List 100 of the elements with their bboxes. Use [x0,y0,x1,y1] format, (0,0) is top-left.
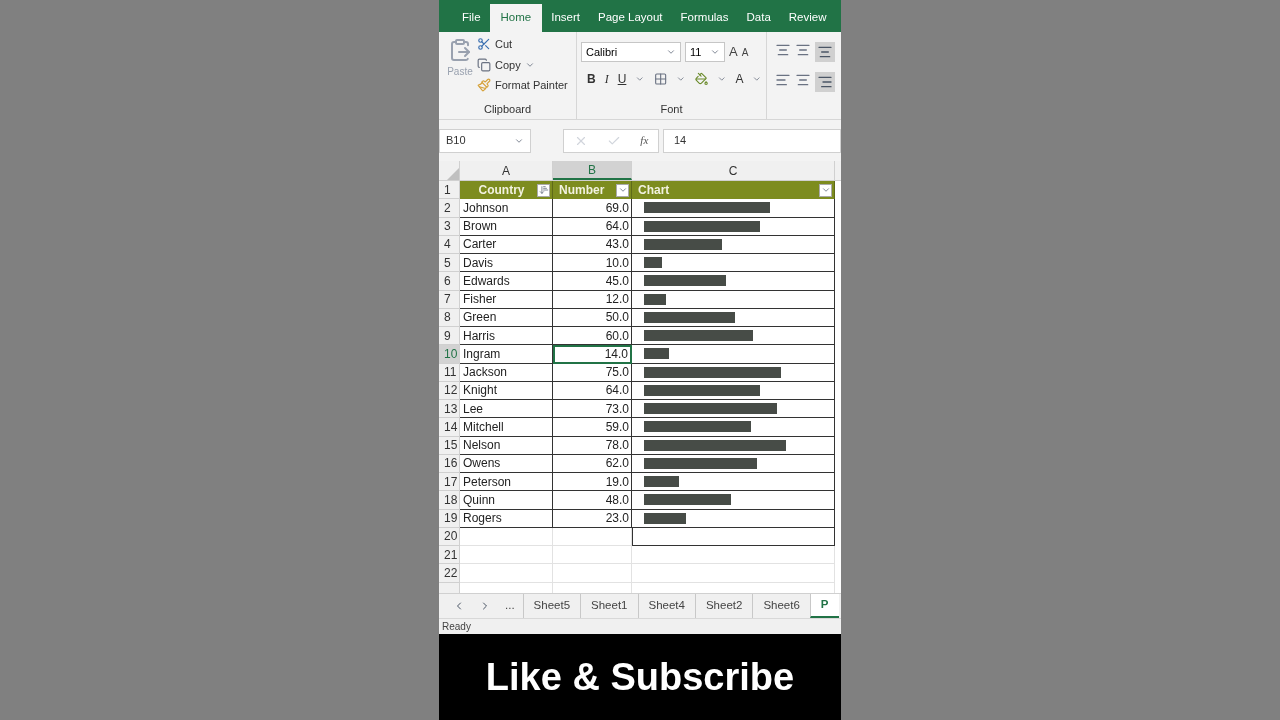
row-header[interactable]: 21 [439,546,460,565]
group-label: Font [660,101,683,117]
filter-button[interactable] [616,183,629,197]
table-header-cell: Chart [632,181,835,200]
table-cell: Fisher [460,290,553,309]
data-bar [644,293,666,305]
row-header[interactable]: 1 [439,181,460,200]
bold-button[interactable]: B [587,70,596,88]
grow-font-button[interactable]: A [729,42,738,62]
ribbon-tab[interactable]: Page Layout [589,4,672,32]
table-cell: Brown [460,217,553,236]
table-cell[interactable]: 50.0 [553,308,632,327]
row-header[interactable] [439,582,460,593]
sheet-tab[interactable]: P [809,594,839,618]
function-icon[interactable]: fx [640,132,649,149]
table-cell: Jackson [460,363,553,382]
table-cell: Quinn [460,491,553,510]
row-header[interactable]: 6 [439,272,460,291]
table-cell: Peterson [460,473,553,492]
row-header[interactable]: 10 [439,345,460,364]
copy-button[interactable]: Copy [477,56,521,73]
more-sheets-button[interactable]: ... [505,597,515,615]
cut-button[interactable]: Cut [477,36,568,53]
table-cell: Knight [460,381,553,400]
table-cell[interactable]: 14.0 [553,345,632,364]
ribbon-tab[interactable]: Review [779,4,836,32]
caret-icon[interactable] [676,74,686,84]
ribbon-tab[interactable]: Formulas [671,4,738,32]
align-bottom-icon[interactable] [815,42,835,62]
row-header[interactable]: 5 [439,254,460,273]
table-cell: Mitchell [460,418,553,437]
align-right-icon[interactable] [815,72,835,92]
name-box[interactable]: B10 [439,128,531,153]
table-cell: Ingram [460,345,553,364]
caption: Like & Subscribe [485,654,795,700]
brush-icon [477,78,491,93]
filter-button[interactable] [537,183,550,197]
row-header[interactable]: 13 [439,400,460,419]
paste-icon[interactable] [448,36,472,64]
scissors-icon [477,37,491,52]
table-cell[interactable]: 64.0 [553,217,632,236]
table-cell[interactable]: 62.0 [553,454,632,473]
sort-icon [538,185,549,196]
data-bar [644,476,679,488]
caret-icon[interactable] [752,74,762,84]
underline-button[interactable]: U [617,70,627,88]
row-header[interactable]: 2 [439,199,460,218]
fill-color-icon[interactable] [694,72,708,86]
align-middle-icon[interactable] [795,42,811,58]
ribbon-tab[interactable]: File [453,4,490,32]
row-header[interactable]: 18 [439,491,460,510]
font-color-button[interactable]: A [735,70,744,88]
table-cell[interactable]: 45.0 [553,272,632,291]
table-cell[interactable]: 75.0 [553,363,632,382]
table-cell[interactable]: 19.0 [553,473,632,492]
table-cell[interactable]: 64.0 [553,381,632,400]
ribbon-tab[interactable]: Data [737,4,780,32]
table-cell[interactable]: 10.0 [553,254,632,273]
caret-icon[interactable] [710,47,720,57]
filter-button[interactable] [819,183,832,197]
table-cell[interactable]: 43.0 [553,235,632,254]
align-left-icon[interactable] [775,72,791,88]
table-cell[interactable]: 73.0 [553,400,632,419]
ribbon-tab[interactable]: Home [489,4,543,32]
table-cell: Edwards [460,272,553,291]
table-cell: Davis [460,254,553,273]
table-cell: Owens [460,454,553,473]
column-header[interactable]: C [632,161,835,180]
align-center-icon[interactable] [795,72,811,88]
table-cell[interactable]: 60.0 [553,327,632,346]
table-cell: Nelson [460,436,553,455]
caret-icon[interactable] [635,74,645,84]
table-cell[interactable]: 78.0 [553,436,632,455]
row-header[interactable]: 9 [439,327,460,346]
table-header-cell: Number [553,181,632,200]
row-header[interactable]: 22 [439,564,460,583]
caret-icon[interactable] [666,47,676,57]
table-cell[interactable]: 12.0 [553,290,632,309]
table-cell[interactable]: 48.0 [553,491,632,510]
table-cell[interactable]: 69.0 [553,199,632,218]
data-bar [644,348,670,360]
font-size-field[interactable]: 11 [685,42,725,62]
copy-icon [477,57,491,72]
align-top-icon[interactable] [775,42,791,58]
font-name-field[interactable]: Calibri [581,42,681,62]
column-header[interactable]: B [553,161,632,180]
borders-icon[interactable] [653,72,668,86]
table-cell[interactable]: 23.0 [553,509,632,528]
shrink-font-button[interactable]: A [741,44,749,60]
data-bar [644,257,663,269]
group-label: Clipboard [483,101,532,117]
caret-icon[interactable] [716,74,727,84]
table-cell[interactable]: 59.0 [553,418,632,437]
format-painter-button[interactable]: Format Painter [477,77,568,94]
table-header-cell: Country [460,181,553,200]
row-header[interactable]: 17 [439,473,460,492]
italic-button[interactable]: I [604,70,609,88]
row-header[interactable]: 14 [439,418,460,437]
formula-field[interactable]: 14 [663,128,841,153]
ribbon-tab[interactable]: Insert [542,4,589,32]
